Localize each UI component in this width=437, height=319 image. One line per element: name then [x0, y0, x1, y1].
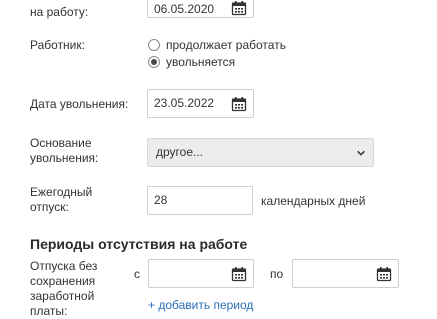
- absence-section-title: Периоды отсутствия на работе: [30, 236, 248, 252]
- dismissal-date-value: 23.05.2022: [154, 96, 215, 110]
- period-from-label: с: [134, 267, 140, 281]
- radio-continues-working[interactable]: продолжает работать: [148, 37, 298, 53]
- unpaid-leave-label: Отпуска без сохранения заработной платы:: [30, 259, 98, 318]
- hire-date-value: 06.05.2020: [154, 2, 215, 16]
- chevron-down-icon: [357, 150, 365, 156]
- annual-vacation-value: 28: [154, 193, 168, 207]
- period-from-input[interactable]: [148, 259, 254, 288]
- calendar-icon[interactable]: [231, 266, 247, 282]
- dismissal-reason-label: Основание увольнения:: [30, 136, 99, 165]
- dismissal-reason-select[interactable]: другое...: [147, 138, 374, 167]
- annual-vacation-input[interactable]: 28: [147, 186, 253, 215]
- calendar-icon[interactable]: [231, 96, 247, 112]
- radio-continues-input[interactable]: [148, 39, 160, 51]
- hire-date-input[interactable]: 06.05.2020: [147, 0, 254, 18]
- radio-dismissed[interactable]: увольняется: [148, 54, 298, 70]
- dismissal-date-label: Дата увольнения:: [30, 97, 129, 111]
- annual-vacation-unit: календарных дней: [261, 194, 366, 208]
- period-to-label: по: [270, 267, 284, 281]
- period-to-input[interactable]: [292, 259, 399, 288]
- calendar-icon[interactable]: [231, 0, 247, 16]
- radio-dismissed-input[interactable]: [148, 56, 160, 68]
- dismissal-date-input[interactable]: 23.05.2022: [147, 89, 254, 118]
- dismissal-reason-value: другое...: [156, 145, 204, 159]
- radio-continues-label: продолжает работать: [166, 38, 286, 52]
- annual-vacation-label: Ежегодный отпуск:: [30, 185, 93, 214]
- radio-dismissed-label: увольняется: [166, 55, 236, 69]
- employee-label: Работник:: [30, 38, 85, 52]
- calendar-icon[interactable]: [376, 266, 392, 282]
- add-period-link[interactable]: + добавить период: [148, 298, 253, 312]
- hire-date-label: на работу:: [30, 5, 89, 19]
